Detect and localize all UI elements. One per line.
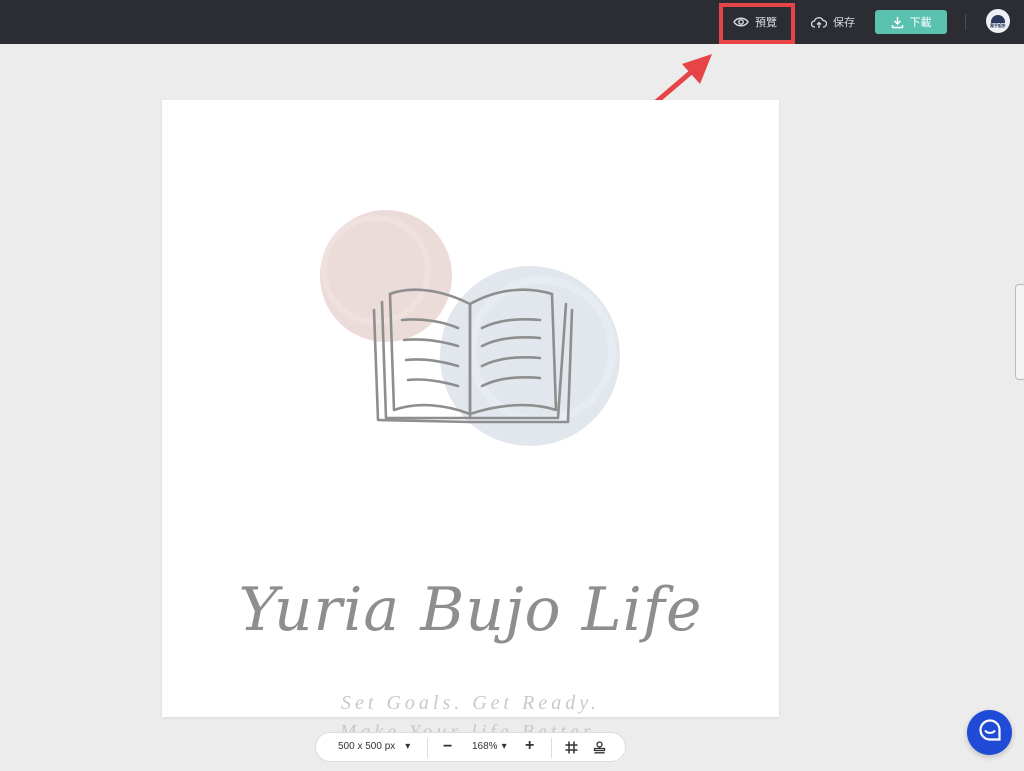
zoom-dropdown[interactable]: 168% ▾ xyxy=(472,741,507,752)
grid-icon[interactable] xyxy=(565,741,578,757)
zoom-out-button[interactable]: − xyxy=(443,738,452,756)
top-toolbar: 預覽 保存 下載 寫手設計 xyxy=(0,0,1024,44)
download-icon xyxy=(891,16,904,29)
avatar[interactable]: 寫手設計 xyxy=(986,9,1010,33)
side-panel-handle[interactable] xyxy=(1015,284,1024,380)
zoom-value: 168% xyxy=(472,741,498,752)
stamp-icon[interactable] xyxy=(593,741,606,757)
download-label: 下載 xyxy=(909,17,932,29)
preview-button[interactable]: 預覽 xyxy=(733,8,783,36)
canvas-size-value: 500 x 500 px xyxy=(338,741,396,752)
preview-label: 預覽 xyxy=(755,17,777,29)
logo-title: Yuria Bujo Life xyxy=(238,575,703,645)
avatar-label: 寫手設計 xyxy=(990,22,1006,28)
design-canvas[interactable]: Yuria Bujo Life Set Goals. Get Ready. Ma… xyxy=(162,100,779,743)
bottombar-divider xyxy=(427,738,428,758)
cloud-upload-icon xyxy=(811,16,827,29)
chat-icon xyxy=(978,718,1002,747)
chevron-down-icon: ▾ xyxy=(501,741,507,752)
download-button[interactable]: 下載 xyxy=(875,10,947,34)
save-button[interactable]: 保存 xyxy=(811,8,861,36)
eye-icon xyxy=(733,16,749,28)
canvas-size-dropdown[interactable]: 500 x 500 px ▾ xyxy=(338,741,410,752)
avatar-logo xyxy=(991,14,1005,23)
save-label: 保存 xyxy=(833,17,855,29)
bottom-toolbar: 500 x 500 px ▾ − 168% ▾ + xyxy=(315,732,626,762)
logo-subtitle-line1: Set Goals. Get Ready. xyxy=(341,692,600,714)
chevron-down-icon: ▾ xyxy=(405,741,411,752)
zoom-in-button[interactable]: + xyxy=(525,737,534,755)
bottombar-divider xyxy=(551,738,552,758)
chat-button[interactable] xyxy=(967,710,1012,755)
toolbar-divider xyxy=(965,14,966,30)
